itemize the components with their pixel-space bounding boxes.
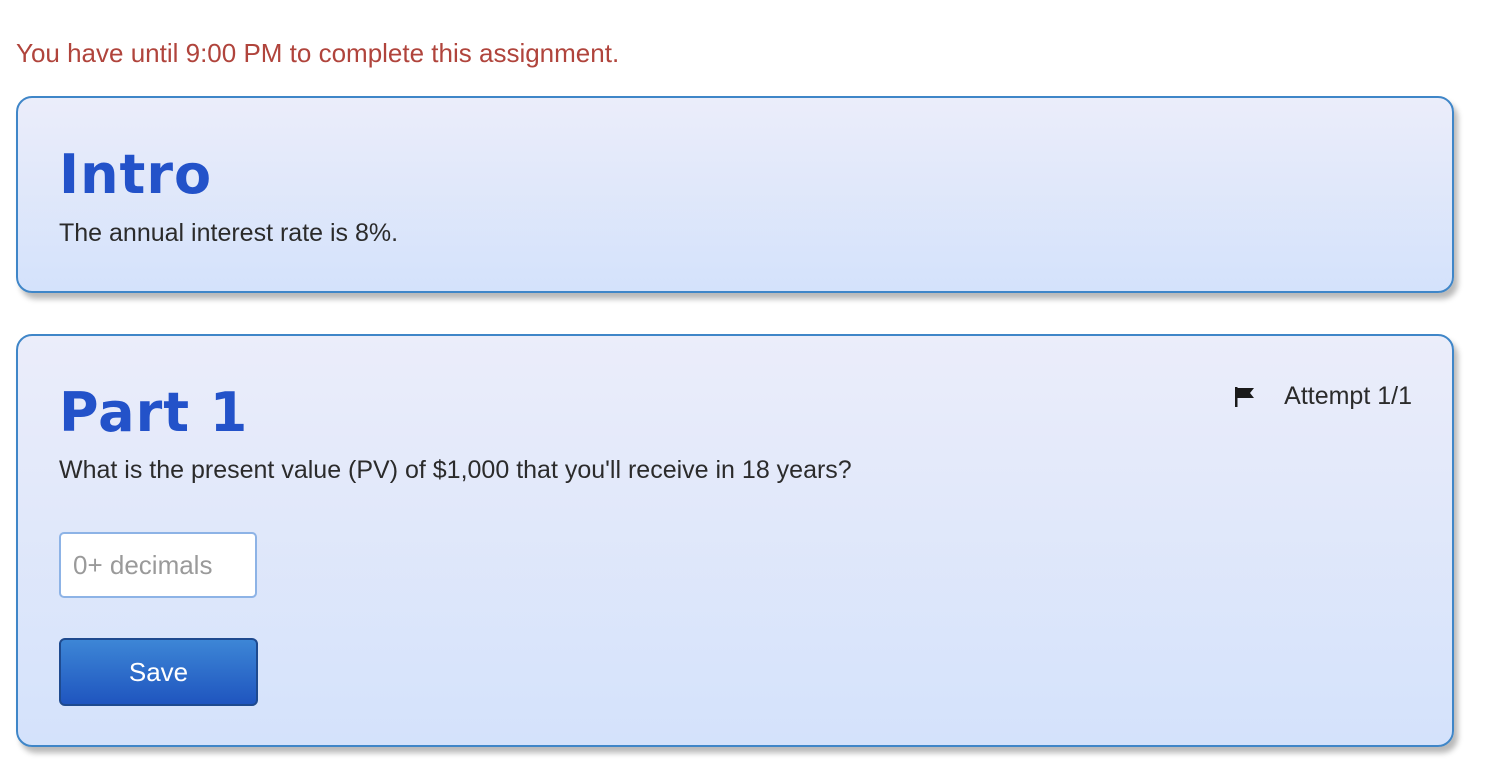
flag-icon[interactable] xyxy=(1234,386,1258,408)
intro-title: Intro xyxy=(59,143,213,206)
part-1-question: What is the present value (PV) of $1,000… xyxy=(59,456,852,484)
intro-text: The annual interest rate is 8%. xyxy=(59,219,399,247)
part-1-title: Part 1 xyxy=(59,381,249,444)
attempt-indicator: Attempt 1/1 xyxy=(1234,382,1412,411)
save-button[interactable]: Save xyxy=(59,638,258,706)
part-1-card: Part 1 Attempt 1/1 What is the present v… xyxy=(16,334,1454,747)
intro-card: Intro The annual interest rate is 8%. xyxy=(16,96,1454,293)
deadline-notice: You have until 9:00 PM to complete this … xyxy=(16,38,620,68)
answer-input[interactable] xyxy=(59,532,257,598)
attempt-label: Attempt 1/1 xyxy=(1284,382,1412,410)
